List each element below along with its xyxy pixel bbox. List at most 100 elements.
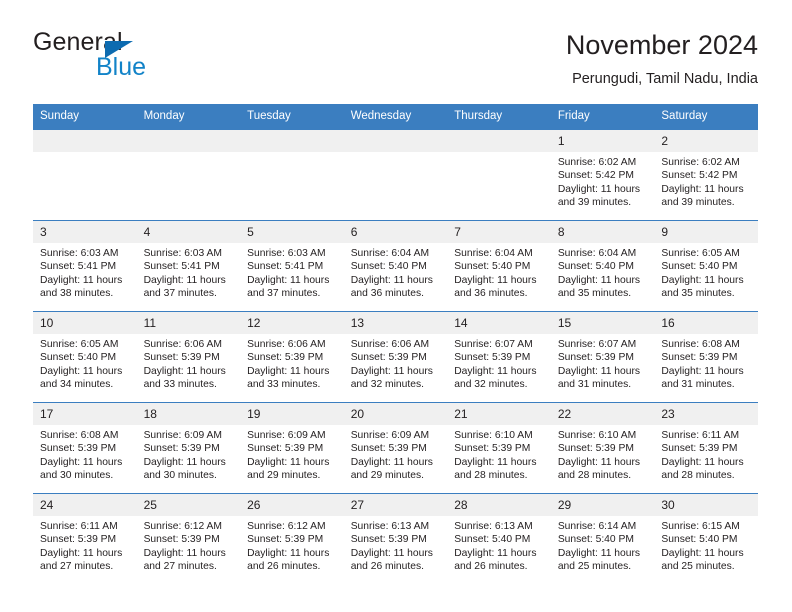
daylight-text: Daylight: 11 hours and 32 minutes. [454, 365, 537, 391]
calendar-day-cell-inner: 8 Sunrise: 6:04 AM Sunset: 5:40 PM Daylight… [550, 221, 655, 311]
sunrise-text: Sunrise: 6:09 AM [247, 430, 326, 441]
sunset-text: Sunset: 5:40 PM [40, 352, 117, 364]
calendar-day-cell[interactable]: 16 Sunrise: 6:08 AM Sunset: 5:39 PM Dayligh… [654, 311, 758, 403]
sunset-text: Sunset: 5:39 PM [454, 352, 531, 364]
calendar-day-cell[interactable]: 25 Sunrise: 6:12 AM Sunset: 5:39 PM Dayligh… [136, 493, 241, 584]
calendar-day-cell[interactable]: 7 Sunrise: 6:04 AM Sunset: 5:40 PM Daylight… [447, 220, 551, 312]
calendar-day-details: Sunrise: 6:08 AM Sunset: 5:39 PM Daylight:… [33, 425, 137, 483]
calendar-day-details: Sunrise: 6:10 AM Sunset: 5:39 PM Daylight:… [551, 425, 655, 483]
daylight-text: Daylight: 11 hours and 28 minutes. [454, 456, 537, 482]
weekday-header-saturday: Saturday [654, 104, 758, 130]
calendar-day-cell-inner: 20 Sunrise: 6:09 AM Sunset: 5:39 PM Dayligh… [343, 403, 448, 493]
sunset-text: Sunset: 5:39 PM [350, 352, 427, 364]
calendar-day-cell[interactable]: 17 Sunrise: 6:08 AM Sunset: 5:39 PM Dayligh… [33, 402, 137, 494]
calendar-day-number: 13 [343, 312, 448, 334]
sunset-text: Sunset: 5:39 PM [247, 443, 324, 455]
calendar-day-number [343, 130, 448, 152]
calendar-day-cell[interactable]: 20 Sunrise: 6:09 AM Sunset: 5:39 PM Dayligh… [343, 402, 448, 494]
calendar-day-cell[interactable]: 6 Sunrise: 6:04 AM Sunset: 5:40 PM Daylight… [343, 220, 448, 312]
sunrise-text: Sunrise: 6:02 AM [557, 157, 637, 168]
calendar-day-cell-empty [343, 129, 448, 221]
calendar-day-number: 8 [550, 221, 655, 243]
calendar-week-row: 17 Sunrise: 6:08 AM Sunset: 5:39 PM Dayligh… [33, 402, 758, 494]
calendar-day-cell[interactable]: 28 Sunrise: 6:13 AM Sunset: 5:40 PM Dayligh… [447, 493, 551, 584]
calendar-day-number: 9 [654, 221, 758, 243]
calendar-day-cell[interactable]: 8 Sunrise: 6:04 AM Sunset: 5:40 PM Daylight… [550, 220, 655, 312]
weekday-header-monday: Monday [136, 104, 241, 130]
daylight-text: Daylight: 11 hours and 28 minutes. [661, 456, 744, 482]
daylight-text: Daylight: 11 hours and 33 minutes. [143, 365, 226, 391]
sunset-text: Sunset: 5:40 PM [661, 534, 738, 546]
title-block: November 2024 Perungudi, Tamil Nadu, Ind… [566, 28, 758, 90]
calendar-day-cell[interactable]: 23 Sunrise: 6:11 AM Sunset: 5:39 PM Dayligh… [654, 402, 758, 494]
calendar-day-cell[interactable]: 14 Sunrise: 6:07 AM Sunset: 5:39 PM Dayligh… [447, 311, 551, 403]
calendar-day-cell[interactable]: 10 Sunrise: 6:05 AM Sunset: 5:40 PM Dayligh… [33, 311, 137, 403]
calendar-day-cell-inner: 11 Sunrise: 6:06 AM Sunset: 5:39 PM Dayligh… [136, 312, 241, 402]
daylight-text: Daylight: 11 hours and 32 minutes. [350, 365, 433, 391]
calendar-day-cell[interactable]: 13 Sunrise: 6:06 AM Sunset: 5:39 PM Dayligh… [343, 311, 448, 403]
calendar-day-details: Sunrise: 6:02 AM Sunset: 5:42 PM Daylight:… [551, 152, 655, 210]
calendar-day-cell[interactable]: 27 Sunrise: 6:13 AM Sunset: 5:39 PM Dayligh… [343, 493, 448, 584]
calendar-day-cell-empty [136, 129, 241, 221]
calendar-day-cell[interactable]: 21 Sunrise: 6:10 AM Sunset: 5:39 PM Dayligh… [447, 402, 551, 494]
calendar-day-cell-inner [343, 130, 448, 220]
sunset-text: Sunset: 5:39 PM [247, 352, 324, 364]
calendar-day-number: 25 [136, 494, 241, 516]
calendar-day-number: 18 [136, 403, 241, 425]
calendar-day-cell-inner: 15 Sunrise: 6:07 AM Sunset: 5:39 PM Dayligh… [550, 312, 655, 402]
calendar-day-cell-inner [33, 130, 137, 220]
daylight-text: Daylight: 11 hours and 31 minutes. [661, 365, 744, 391]
sunset-text: Sunset: 5:41 PM [143, 261, 220, 273]
calendar-day-cell[interactable]: 24 Sunrise: 6:11 AM Sunset: 5:39 PM Dayligh… [33, 493, 137, 584]
daylight-text: Daylight: 11 hours and 26 minutes. [350, 547, 433, 573]
calendar-day-number: 19 [240, 403, 344, 425]
calendar-day-cell[interactable]: 29 Sunrise: 6:14 AM Sunset: 5:40 PM Dayligh… [550, 493, 655, 584]
sunrise-text: Sunrise: 6:03 AM [40, 248, 119, 259]
brand-logo[interactable]: General Blue [33, 28, 263, 88]
calendar-page: General Blue November 2024 Perungudi, Ta… [0, 0, 792, 612]
calendar-day-cell[interactable]: 26 Sunrise: 6:12 AM Sunset: 5:39 PM Dayligh… [240, 493, 344, 584]
calendar-day-cell[interactable]: 12 Sunrise: 6:06 AM Sunset: 5:39 PM Dayligh… [240, 311, 344, 403]
weekday-header-friday: Friday [550, 104, 655, 130]
calendar-day-cell[interactable]: 3 Sunrise: 6:03 AM Sunset: 5:41 PM Daylight… [33, 220, 137, 312]
calendar-day-number: 20 [343, 403, 448, 425]
sunset-text: Sunset: 5:39 PM [661, 352, 738, 364]
calendar-day-details: Sunrise: 6:12 AM Sunset: 5:39 PM Daylight:… [240, 516, 344, 574]
page-header: General Blue November 2024 Perungudi, Ta… [33, 28, 758, 98]
daylight-text: Daylight: 11 hours and 39 minutes. [557, 183, 641, 209]
calendar-day-cell[interactable]: 15 Sunrise: 6:07 AM Sunset: 5:39 PM Dayligh… [550, 311, 655, 403]
calendar-day-cell[interactable]: 1 Sunrise: 6:02 AM Sunset: 5:42 PM Daylight… [550, 129, 655, 221]
calendar-day-cell[interactable]: 5 Sunrise: 6:03 AM Sunset: 5:41 PM Daylight… [240, 220, 344, 312]
page-subtitle: Perungudi, Tamil Nadu, India [572, 71, 758, 87]
calendar-day-cell-empty [447, 129, 551, 221]
sunset-text: Sunset: 5:41 PM [40, 261, 117, 273]
calendar-day-cell[interactable]: 2 Sunrise: 6:02 AM Sunset: 5:42 PM Daylight… [654, 129, 758, 221]
sunrise-text: Sunrise: 6:06 AM [143, 339, 222, 350]
calendar-day-cell-inner: 24 Sunrise: 6:11 AM Sunset: 5:39 PM Dayligh… [33, 494, 137, 584]
daylight-text: Daylight: 11 hours and 26 minutes. [454, 547, 537, 573]
daylight-text: Daylight: 11 hours and 31 minutes. [557, 365, 641, 391]
calendar-day-number: 28 [447, 494, 551, 516]
calendar-day-cell[interactable]: 22 Sunrise: 6:10 AM Sunset: 5:39 PM Dayligh… [550, 402, 655, 494]
calendar-day-number: 16 [654, 312, 758, 334]
calendar-day-cell-empty [240, 129, 344, 221]
calendar-day-cell[interactable]: 19 Sunrise: 6:09 AM Sunset: 5:39 PM Dayligh… [240, 402, 344, 494]
calendar-day-number: 24 [33, 494, 137, 516]
calendar-day-cell[interactable]: 4 Sunrise: 6:03 AM Sunset: 5:41 PM Daylight… [136, 220, 241, 312]
calendar-week-row: 10 Sunrise: 6:05 AM Sunset: 5:40 PM Dayligh… [33, 311, 758, 403]
calendar-day-details: Sunrise: 6:11 AM Sunset: 5:39 PM Daylight:… [654, 425, 758, 483]
calendar-day-details: Sunrise: 6:04 AM Sunset: 5:40 PM Daylight:… [447, 243, 551, 301]
calendar-day-cell[interactable]: 30 Sunrise: 6:15 AM Sunset: 5:40 PM Dayligh… [654, 493, 758, 584]
calendar-day-details: Sunrise: 6:07 AM Sunset: 5:39 PM Daylight:… [551, 334, 655, 392]
calendar-day-number: 10 [33, 312, 137, 334]
calendar-day-cell[interactable]: 18 Sunrise: 6:09 AM Sunset: 5:39 PM Dayligh… [136, 402, 241, 494]
daylight-text: Daylight: 11 hours and 33 minutes. [247, 365, 330, 391]
calendar-day-number: 29 [550, 494, 655, 516]
sunset-text: Sunset: 5:39 PM [557, 443, 634, 455]
calendar-day-cell-inner: 27 Sunrise: 6:13 AM Sunset: 5:39 PM Dayligh… [343, 494, 448, 584]
calendar-day-cell[interactable]: 11 Sunrise: 6:06 AM Sunset: 5:39 PM Dayligh… [136, 311, 241, 403]
calendar-day-cell[interactable]: 9 Sunrise: 6:05 AM Sunset: 5:40 PM Daylight… [654, 220, 758, 312]
daylight-text: Daylight: 11 hours and 37 minutes. [247, 274, 330, 300]
daylight-text: Daylight: 11 hours and 39 minutes. [661, 183, 744, 209]
daylight-text: Daylight: 11 hours and 38 minutes. [40, 274, 123, 300]
